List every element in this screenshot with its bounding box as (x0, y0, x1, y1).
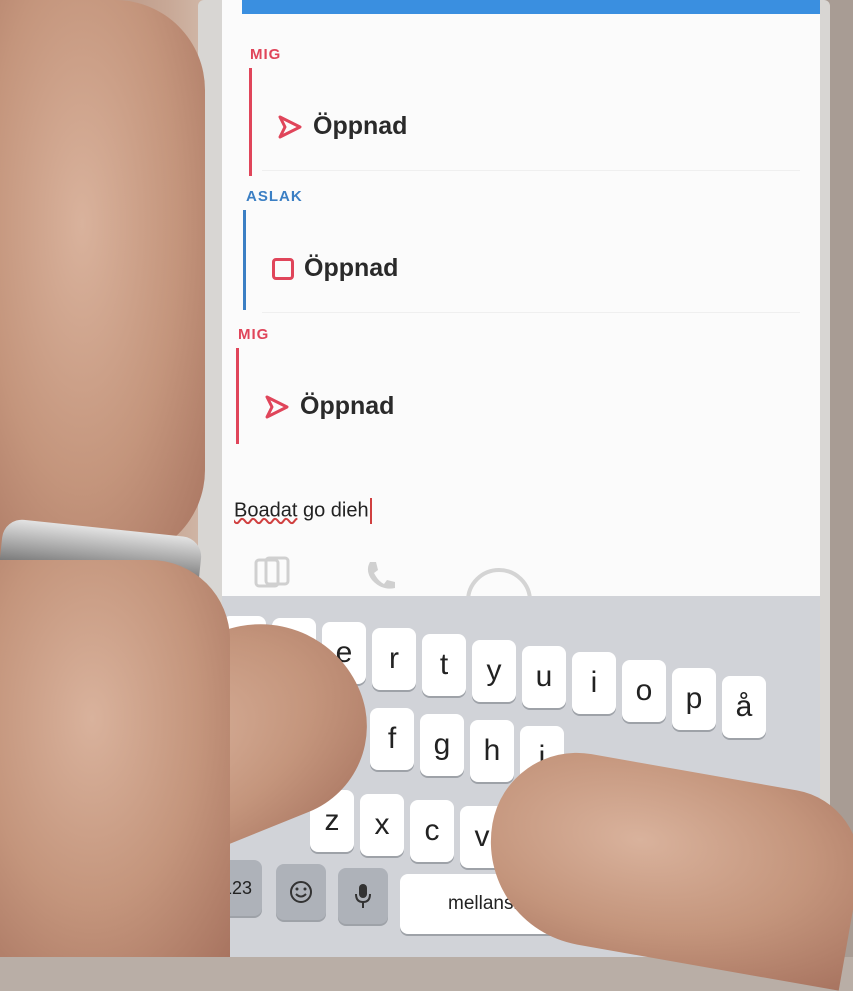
misspelled-word: Boadat (234, 499, 298, 522)
chat-message[interactable]: Öppnad (277, 112, 407, 141)
sender-stripe-me (249, 68, 252, 176)
sent-arrow-icon (278, 115, 302, 138)
key-y[interactable]: y (472, 640, 516, 702)
sender-stripe-aslak (243, 210, 246, 310)
gallery-icon[interactable] (252, 556, 292, 590)
key-aring[interactable]: å (722, 676, 766, 738)
key-r[interactable]: r (372, 628, 416, 690)
phone-icon[interactable] (362, 558, 398, 594)
key-t[interactable]: t (422, 634, 466, 696)
opened-square-icon (272, 257, 294, 280)
message-status: Öppnad (304, 254, 399, 282)
key-h[interactable]: h (470, 720, 514, 782)
sender-stripe-me (236, 348, 239, 444)
sender-label-me: MIG (238, 326, 270, 343)
message-status: Öppnad (313, 112, 408, 140)
key-u[interactable]: u (522, 646, 566, 708)
typed-text: go dieh (297, 499, 369, 522)
message-status: Öppnad (300, 392, 395, 420)
divider (262, 312, 800, 313)
text-caret (369, 498, 372, 524)
key-c[interactable]: c (410, 800, 454, 862)
key-i[interactable]: i (572, 652, 616, 714)
sender-label-aslak: ASLAK (246, 188, 303, 205)
hand-palm (0, 560, 230, 957)
chat-input[interactable]: Boadat go dieh (234, 498, 372, 524)
key-p[interactable]: p (672, 668, 716, 730)
sender-label-me: MIG (250, 46, 282, 63)
chat-message[interactable]: Öppnad (264, 392, 394, 421)
dictation-key[interactable] (338, 868, 388, 924)
key-o[interactable]: o (622, 660, 666, 722)
emoji-icon (290, 881, 312, 903)
hand-finger-left (0, 0, 205, 560)
microphone-icon (355, 884, 371, 908)
top-bar (242, 0, 820, 14)
divider (262, 170, 800, 171)
emoji-keyboard-key[interactable] (276, 864, 326, 920)
sent-arrow-icon (265, 395, 289, 418)
key-f[interactable]: f (370, 708, 414, 770)
key-x[interactable]: x (360, 794, 404, 856)
key-g[interactable]: g (420, 714, 464, 776)
chat-message[interactable]: Öppnad (272, 254, 398, 283)
